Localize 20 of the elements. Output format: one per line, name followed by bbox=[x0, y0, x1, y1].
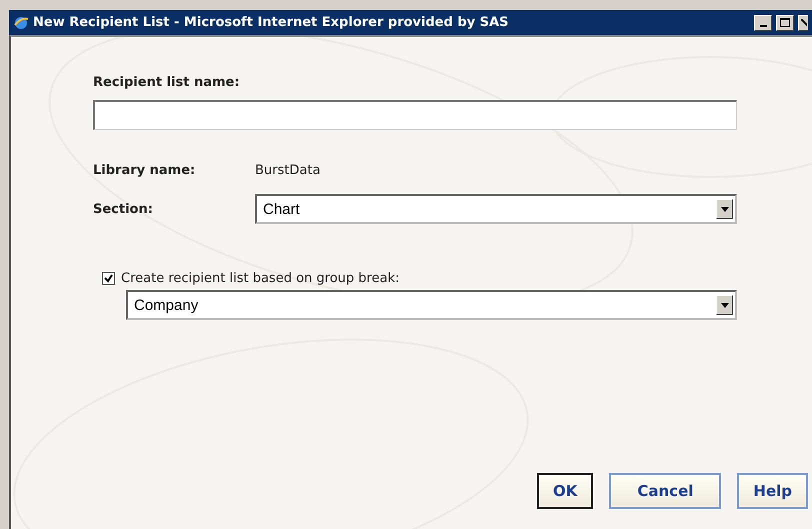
library-name-value: BurstData bbox=[255, 163, 320, 178]
group-break-dropdown[interactable]: Company bbox=[126, 290, 737, 320]
section-label: Section: bbox=[93, 202, 154, 216]
library-name-label: Library name: bbox=[93, 163, 196, 178]
close-button[interactable] bbox=[798, 14, 808, 30]
group-break-checkbox[interactable] bbox=[102, 272, 115, 285]
group-break-label: Create recipient list based on group break: bbox=[121, 271, 400, 286]
section-dropdown[interactable]: Chart bbox=[255, 194, 737, 224]
minimize-button[interactable] bbox=[754, 14, 772, 30]
browser-logo-icon bbox=[13, 14, 29, 30]
recipient-list-name-field[interactable] bbox=[93, 100, 737, 130]
close-icon bbox=[800, 18, 806, 26]
minimize-icon bbox=[760, 24, 766, 26]
dialog-button[interactable]: Cancel bbox=[609, 473, 722, 509]
recipient-list-name-label: Recipient list name: bbox=[93, 75, 241, 90]
dialog-button[interactable]: OK bbox=[537, 473, 594, 509]
maximize-icon bbox=[780, 18, 790, 27]
dialog-button[interactable]: Help bbox=[737, 473, 808, 509]
maximize-button[interactable] bbox=[776, 14, 794, 30]
window-title: New Recipient List - Microsoft Internet Explorer provided by SAS bbox=[33, 15, 510, 30]
